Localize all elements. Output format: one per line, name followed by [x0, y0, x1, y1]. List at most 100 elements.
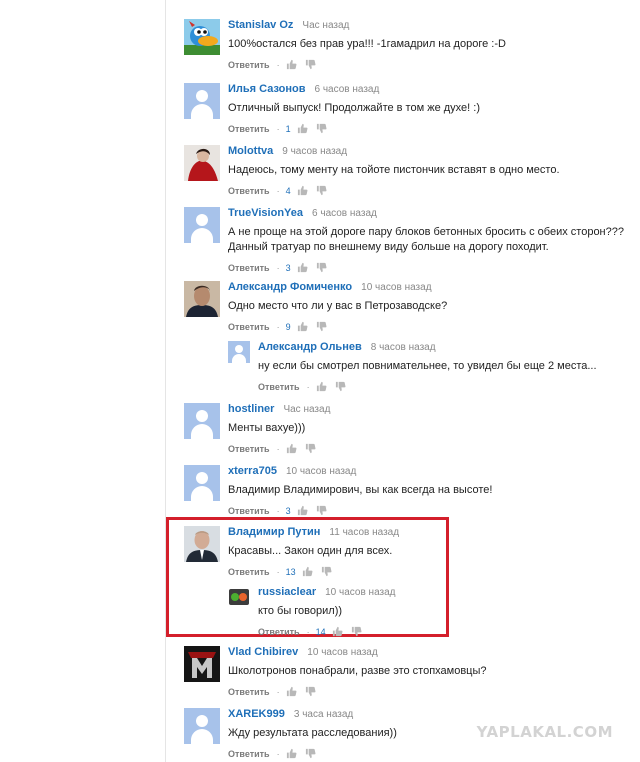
reply-button[interactable]: Ответить	[228, 263, 270, 273]
thumbs-down-icon[interactable]	[316, 321, 327, 332]
separator-dot: ·	[276, 321, 280, 332]
vote-count: 4	[285, 185, 291, 196]
thumbs-down-icon[interactable]	[316, 123, 327, 134]
comment-time: 10 часов назад	[361, 282, 432, 293]
vote-count: 1	[285, 123, 291, 134]
comment-actions: Ответить · 14	[258, 625, 624, 638]
vote-count: 14	[315, 626, 326, 637]
avatar[interactable]	[184, 19, 220, 55]
comment-actions: Ответить ·	[228, 747, 624, 760]
thumbs-down-icon[interactable]	[305, 748, 316, 759]
reply-button[interactable]: Ответить	[228, 186, 270, 196]
comment-actions: Ответить · 1	[228, 122, 624, 135]
separator-dot: ·	[276, 59, 280, 70]
comment-author[interactable]: Александр Ольнев	[258, 341, 362, 353]
thumbs-up-icon[interactable]	[286, 443, 297, 454]
comment-time: 6 часов назад	[312, 208, 377, 219]
thumbs-down-icon[interactable]	[316, 185, 327, 196]
comment-author[interactable]: Molottva	[228, 145, 273, 157]
thumbs-up-icon[interactable]	[297, 321, 308, 332]
comment-author[interactable]: XAREK999	[228, 708, 285, 720]
thumbs-up-icon[interactable]	[332, 626, 343, 637]
avatar[interactable]	[184, 403, 220, 439]
thumbs-up-icon[interactable]	[302, 566, 313, 577]
thumbs-down-icon[interactable]	[305, 443, 316, 454]
comment-actions: Ответить · 4	[228, 184, 624, 197]
comment-time: 3 часа назад	[293, 709, 354, 720]
thumbs-down-icon[interactable]	[335, 381, 346, 392]
comment-time: 10 часов назад	[325, 587, 396, 598]
avatar[interactable]	[184, 465, 220, 501]
thumbs-up-icon[interactable]	[286, 748, 297, 759]
thumbs-up-icon[interactable]	[297, 123, 308, 134]
avatar[interactable]	[184, 708, 220, 744]
comment-time: Час назад	[283, 404, 331, 415]
avatar[interactable]	[184, 646, 220, 682]
thumbs-down-icon[interactable]	[305, 686, 316, 697]
thumbs-up-icon[interactable]	[286, 59, 297, 70]
comment-author[interactable]: Илья Сазонов	[228, 83, 306, 95]
avatar[interactable]	[184, 207, 220, 243]
vote-count: 13	[285, 566, 296, 577]
comment-actions: Ответить ·	[228, 685, 624, 698]
reply-button[interactable]: Ответить	[228, 567, 270, 577]
comment-author[interactable]: Stanislav Oz	[228, 19, 293, 31]
comment-text: Одно место что ли у вас в Петрозаводске?	[228, 300, 448, 312]
avatar[interactable]	[184, 83, 220, 119]
comment-actions: Ответить · 13	[228, 565, 624, 578]
avatar[interactable]	[184, 526, 220, 562]
avatar[interactable]	[184, 281, 220, 317]
comment-author[interactable]: hostliner	[228, 403, 274, 415]
thumbs-up-icon[interactable]	[297, 185, 308, 196]
comment-actions: Ответить · 9	[228, 320, 624, 333]
comment-actions: Ответить ·	[228, 442, 624, 455]
separator-dot: ·	[276, 686, 280, 697]
comment-text: Школотронов понабрали, разве это стопхам…	[228, 665, 487, 677]
reply-button[interactable]: Ответить	[228, 506, 270, 516]
reply-button[interactable]: Ответить	[258, 382, 300, 392]
vote-count: 9	[285, 321, 291, 332]
comment-text: Красавы... Закон один для всех.	[228, 545, 393, 557]
comment-text: ну если бы смотрел повнимательнее, то ув…	[258, 360, 597, 372]
thumbs-down-icon[interactable]	[321, 566, 332, 577]
separator-dot: ·	[276, 748, 280, 759]
comment-actions: Ответить ·	[258, 380, 624, 393]
watermark: YAPLAKAL.COM	[476, 723, 613, 741]
reply-button[interactable]: Ответить	[228, 322, 270, 332]
thumbs-up-icon[interactable]	[297, 262, 308, 273]
comment-actions: Ответить · 3	[228, 504, 624, 517]
comment-author[interactable]: Владимир Путин	[228, 526, 320, 538]
separator-dot: ·	[276, 566, 280, 577]
separator-dot: ·	[276, 505, 280, 516]
avatar[interactable]	[228, 586, 250, 608]
reply-button[interactable]: Ответить	[258, 627, 300, 637]
thumbs-down-icon[interactable]	[351, 626, 362, 637]
thumbs-down-icon[interactable]	[316, 262, 327, 273]
thumbs-down-icon[interactable]	[316, 505, 327, 516]
comment-time: Час назад	[302, 20, 350, 31]
thumbs-down-icon[interactable]	[305, 59, 316, 70]
comment-text: Владимир Владимирович, вы как всегда на …	[228, 484, 493, 496]
reply-button[interactable]: Ответить	[228, 687, 270, 697]
avatar[interactable]	[184, 145, 220, 181]
reply-button[interactable]: Ответить	[228, 60, 270, 70]
reply-button[interactable]: Ответить	[228, 749, 270, 759]
comment-time: 10 часов назад	[307, 647, 378, 658]
comment-author[interactable]: russiaclear	[258, 586, 316, 598]
reply-button[interactable]: Ответить	[228, 124, 270, 134]
thumbs-up-icon[interactable]	[297, 505, 308, 516]
comment-time: 6 часов назад	[314, 84, 380, 95]
reply-button[interactable]: Ответить	[228, 444, 270, 454]
thumbs-up-icon[interactable]	[316, 381, 327, 392]
comment-author[interactable]: Vlad Chibirev	[228, 646, 298, 658]
comment-author[interactable]: xterra705	[228, 465, 277, 477]
comment-time: 8 часов назад	[370, 342, 436, 353]
comment-author[interactable]: TrueVisionYea	[228, 207, 303, 219]
comment-time: 10 часов назад	[285, 466, 357, 477]
comment-text: 100%остался без прав ура!!! -1гамадрил н…	[228, 38, 506, 50]
separator-dot: ·	[276, 443, 280, 454]
separator-dot: ·	[306, 381, 310, 392]
comment-author[interactable]: Александр Фомиченко	[228, 281, 352, 293]
avatar[interactable]	[228, 341, 250, 363]
thumbs-up-icon[interactable]	[286, 686, 297, 697]
